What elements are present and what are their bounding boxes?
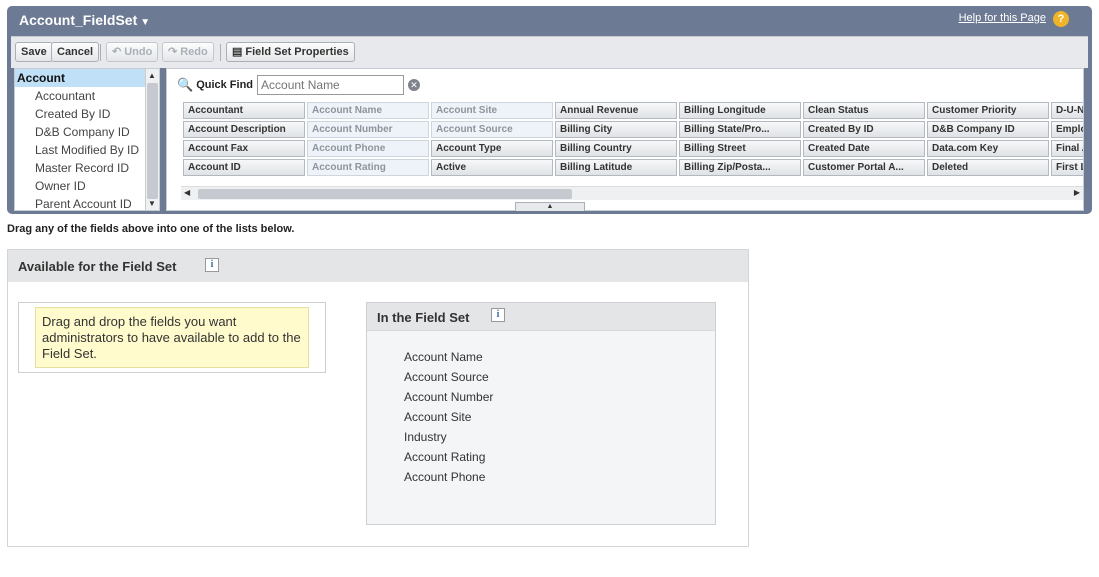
field-tile[interactable]: Billing City bbox=[555, 121, 677, 138]
field-tile[interactable]: Account Source bbox=[431, 121, 553, 138]
chevron-down-icon[interactable]: ▼ bbox=[140, 17, 150, 28]
field-grid-scrollbar[interactable]: ◀ ▶ bbox=[181, 186, 1083, 200]
field-set-item[interactable]: Account Site bbox=[404, 407, 493, 427]
field-tile[interactable]: Account Type bbox=[431, 140, 553, 157]
clear-icon[interactable]: ✕ bbox=[408, 79, 421, 91]
field-tile[interactable]: Billing Country bbox=[555, 140, 677, 157]
help-link[interactable]: Help for this Page bbox=[959, 12, 1046, 24]
field-tile[interactable]: D&B Company ID bbox=[927, 121, 1049, 138]
scroll-up-icon[interactable]: ▲ bbox=[148, 71, 156, 80]
undo-icon: ↶ bbox=[112, 46, 122, 58]
info-icon[interactable]: i bbox=[491, 308, 505, 322]
available-panel-title: Available for the Field Set bbox=[18, 259, 177, 274]
field-palette: Account_FieldSet ▼ Help for this Page ? S… bbox=[7, 6, 1092, 214]
field-tile[interactable]: Deleted bbox=[927, 159, 1049, 176]
save-button[interactable]: Save bbox=[15, 42, 53, 62]
field-set-title[interactable]: Account_FieldSet ▼ bbox=[19, 12, 150, 28]
scrollbar-thumb[interactable] bbox=[147, 83, 158, 199]
field-set-properties-button[interactable]: ▤ Field Set Properties bbox=[226, 42, 355, 62]
palette-header: Account_FieldSet ▼ Help for this Page ? bbox=[7, 6, 1092, 34]
field-set-item[interactable]: Account Rating bbox=[404, 447, 493, 467]
properties-icon: ▤ bbox=[232, 46, 243, 58]
redo-icon: ↷ bbox=[168, 46, 178, 58]
collapse-palette-toggle[interactable]: ▲ bbox=[515, 202, 585, 211]
scroll-down-icon[interactable]: ▼ bbox=[148, 199, 156, 208]
object-item[interactable]: Accountant bbox=[15, 87, 159, 105]
field-tile[interactable]: Customer Portal A... bbox=[803, 159, 925, 176]
properties-label: Field Set Properties bbox=[245, 46, 349, 58]
field-tile[interactable]: Billing Zip/Posta... bbox=[679, 159, 801, 176]
field-tile[interactable]: Billing Longitude bbox=[679, 102, 801, 119]
search-icon: 🔍 bbox=[177, 77, 194, 92]
field-grid: 🔍 Quick Find ✕ AccountantAccount NameAcc… bbox=[166, 68, 1084, 211]
field-tile[interactable]: Active bbox=[431, 159, 553, 176]
undo-label: Undo bbox=[124, 46, 153, 58]
field-tile[interactable]: Billing Latitude bbox=[555, 159, 677, 176]
object-item[interactable]: Created By ID bbox=[15, 105, 159, 123]
object-item[interactable]: D&B Company ID bbox=[15, 123, 159, 141]
scroll-right-icon[interactable]: ▶ bbox=[1074, 188, 1080, 197]
field-tile[interactable]: Account Name bbox=[307, 102, 429, 119]
field-set-item[interactable]: Account Source bbox=[404, 367, 493, 387]
field-tile[interactable]: Account ID bbox=[183, 159, 305, 176]
field-tile[interactable]: Account Description bbox=[183, 121, 305, 138]
field-tile[interactable]: Annual Revenue bbox=[555, 102, 677, 119]
field-tile[interactable]: Account Fax bbox=[183, 140, 305, 157]
field-tile[interactable]: Customer Priority bbox=[927, 102, 1049, 119]
field-tile[interactable]: Clean Status bbox=[803, 102, 925, 119]
quick-find-label: Quick Find bbox=[196, 79, 254, 91]
object-item[interactable]: Account bbox=[15, 69, 159, 87]
field-tile[interactable]: Account Site bbox=[431, 102, 553, 119]
toolbar-divider bbox=[100, 44, 101, 61]
field-tile[interactable]: Account Number bbox=[307, 121, 429, 138]
object-item[interactable]: Parent Account ID bbox=[15, 195, 159, 210]
field-tile[interactable]: Emplo bbox=[1051, 121, 1083, 138]
available-drop-zone[interactable]: Drag and drop the fields you want admini… bbox=[18, 302, 326, 373]
in-field-set-title: In the Field Set bbox=[377, 310, 470, 325]
object-list-scrollbar[interactable]: ▲ ▼ bbox=[145, 69, 159, 210]
info-icon[interactable]: i bbox=[205, 258, 219, 272]
field-set-item[interactable]: Account Name bbox=[404, 347, 493, 367]
redo-label: Redo bbox=[180, 46, 208, 58]
field-tile[interactable]: Billing State/Pro... bbox=[679, 121, 801, 138]
field-tile[interactable]: Data.com Key bbox=[927, 140, 1049, 157]
field-tile[interactable]: Created By ID bbox=[803, 121, 925, 138]
object-list[interactable]: Account Accountant Created By ID D&B Com… bbox=[14, 68, 160, 211]
field-set-name: Account_FieldSet bbox=[19, 12, 138, 28]
in-field-set-header: In the Field Set i bbox=[367, 303, 715, 331]
in-field-set-panel[interactable]: In the Field Set i Account Name Account … bbox=[366, 302, 716, 525]
undo-button[interactable]: ↶ Undo bbox=[106, 42, 159, 62]
object-item[interactable]: Owner ID bbox=[15, 177, 159, 195]
field-tile[interactable]: D-U-N- bbox=[1051, 102, 1083, 119]
field-tile[interactable]: Final A bbox=[1051, 140, 1083, 157]
available-panel-header: Available for the Field Set i bbox=[8, 250, 748, 282]
drop-hint: Drag and drop the fields you want admini… bbox=[35, 307, 309, 368]
cancel-button[interactable]: Cancel bbox=[51, 42, 100, 62]
quick-find: 🔍 Quick Find ✕ bbox=[177, 74, 421, 96]
field-tile[interactable]: First L bbox=[1051, 159, 1083, 176]
quick-find-input[interactable] bbox=[257, 75, 405, 95]
field-tile[interactable]: Account Rating bbox=[307, 159, 429, 176]
instructions: Drag any of the fields above into one of… bbox=[7, 223, 295, 235]
object-item[interactable]: Master Record ID bbox=[15, 159, 159, 177]
scrollbar-thumb[interactable] bbox=[198, 189, 572, 199]
redo-button[interactable]: ↷ Redo bbox=[162, 42, 214, 62]
toolbar: Save Cancel ↶ Undo ↷ Redo ▤ Field Set Prope… bbox=[11, 36, 1088, 68]
toolbar-divider bbox=[220, 44, 221, 61]
available-panel: Available for the Field Set i Drag and d… bbox=[7, 249, 749, 547]
field-tile[interactable]: Billing Street bbox=[679, 140, 801, 157]
scroll-left-icon[interactable]: ◀ bbox=[184, 188, 190, 197]
field-set-item[interactable]: Account Number bbox=[404, 387, 493, 407]
field-set-item[interactable]: Account Phone bbox=[404, 467, 493, 487]
help-icon[interactable]: ? bbox=[1053, 11, 1069, 27]
in-field-set-list: Account Name Account Source Account Numb… bbox=[404, 347, 493, 487]
object-item[interactable]: Last Modified By ID bbox=[15, 141, 159, 159]
field-tile[interactable]: Accountant bbox=[183, 102, 305, 119]
field-tile[interactable]: Account Phone bbox=[307, 140, 429, 157]
field-tile[interactable]: Created Date bbox=[803, 140, 925, 157]
field-set-item[interactable]: Industry bbox=[404, 427, 493, 447]
